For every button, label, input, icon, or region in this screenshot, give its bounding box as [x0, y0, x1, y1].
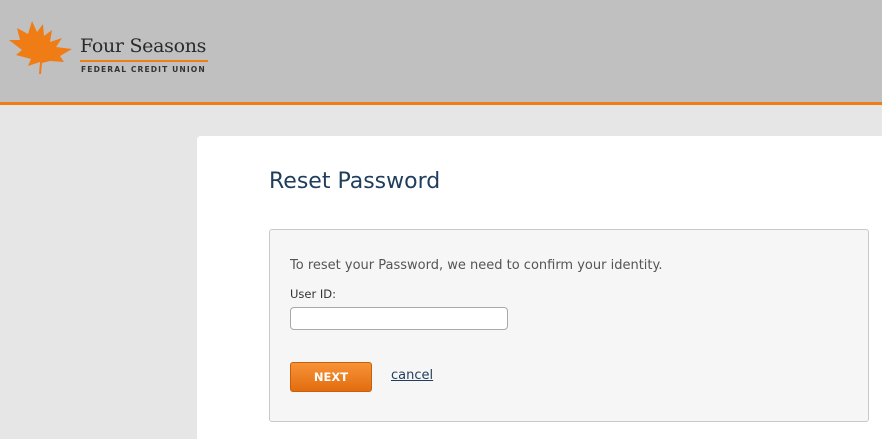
next-button[interactable]: NEXT	[290, 362, 372, 392]
user-id-label: User ID:	[290, 287, 336, 301]
content-panel: Reset Password To reset your Password, w…	[197, 136, 882, 439]
cancel-link[interactable]: cancel	[391, 368, 433, 383]
maple-leaf-icon	[9, 21, 72, 74]
reset-form: To reset your Password, we need to confi…	[269, 229, 869, 422]
page-title: Reset Password	[269, 169, 441, 194]
brand-subtitle: FEDERAL CREDIT UNION	[81, 65, 206, 74]
site-header: Four Seasons FEDERAL CREDIT UNION	[0, 0, 882, 105]
brand-name: Four Seasons	[80, 35, 207, 57]
intro-text: To reset your Password, we need to confi…	[290, 258, 663, 273]
user-id-input[interactable]	[290, 307, 508, 330]
brand-divider	[80, 60, 208, 62]
brand-logo[interactable]: Four Seasons FEDERAL CREDIT UNION	[6, 18, 216, 78]
